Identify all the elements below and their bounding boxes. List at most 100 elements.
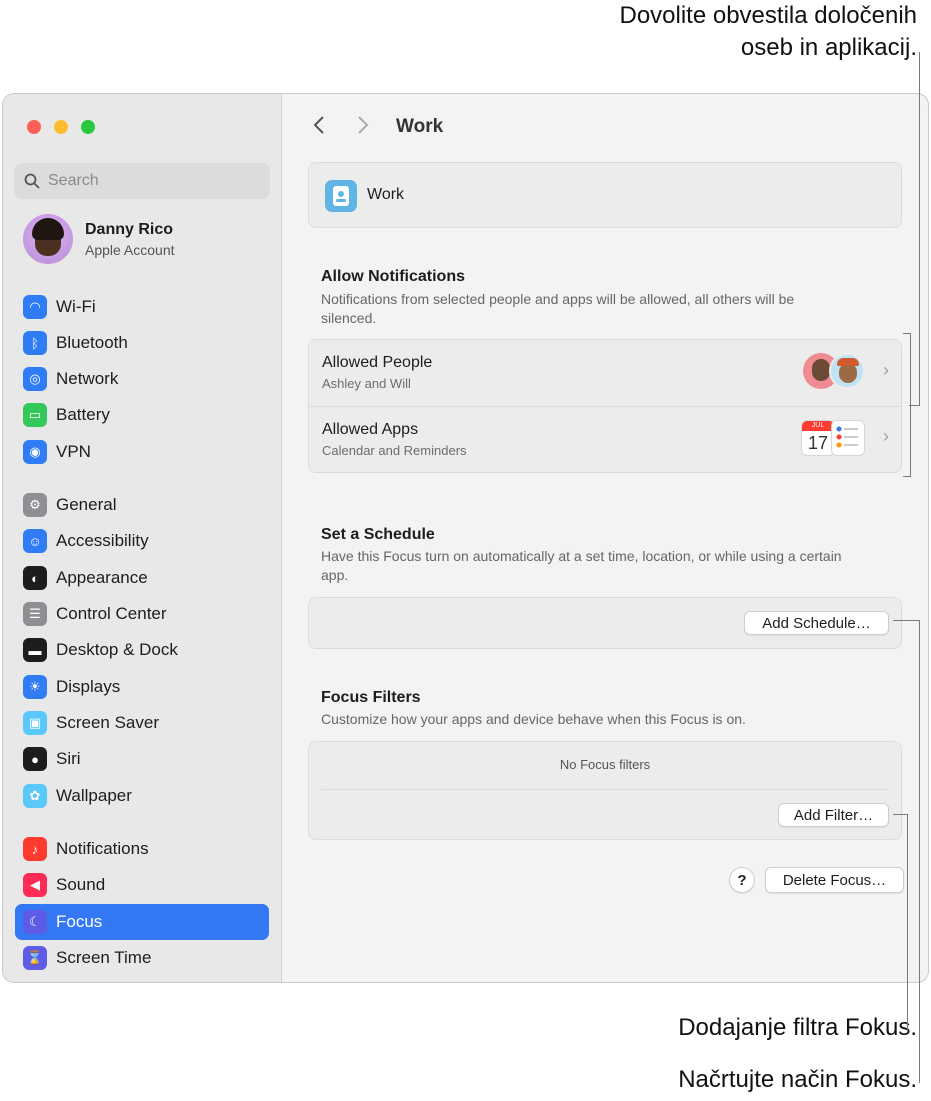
- sidebar-item-wi-fi[interactable]: ◠ Wi-Fi: [15, 289, 269, 325]
- allowed-apps-subtitle: Calendar and Reminders: [322, 443, 467, 458]
- focus-filters-title: Focus Filters: [321, 689, 421, 706]
- focus-name: Work: [367, 186, 405, 203]
- sidebar-item-appearance[interactable]: ◐ Appearance: [15, 560, 269, 596]
- search-icon: [24, 173, 40, 189]
- main-pane: Work Work Allow Notifications Notificati…: [282, 94, 928, 982]
- sidebar-item-screen-time[interactable]: ⌛ Screen Time: [15, 940, 269, 976]
- chevron-right-icon: [358, 116, 369, 134]
- sidebar-item-label: Bluetooth: [56, 333, 128, 352]
- accessibility-icon: ☺: [23, 529, 47, 553]
- focus-filters-desc: Customize how your apps and device behav…: [321, 711, 746, 727]
- speaker-icon: ◀: [23, 873, 47, 897]
- sidebar-item-label: Wallpaper: [56, 786, 132, 805]
- back-button[interactable]: [312, 114, 326, 143]
- vpn-globe-icon: ◉: [23, 440, 47, 464]
- chevron-right-icon: ›: [883, 360, 889, 380]
- sidebar-item-screen-saver[interactable]: ▣ Screen Saver: [15, 705, 269, 741]
- calendar-app-icon: JUL 17: [801, 420, 835, 456]
- allowed-card: Allowed People Ashley and Will › Allowed…: [308, 339, 902, 473]
- sidebar-item-label: Focus: [56, 912, 103, 931]
- schedule-title: Set a Schedule: [321, 526, 435, 543]
- siri-icon: ●: [23, 747, 47, 771]
- page-title: Work: [396, 116, 444, 137]
- sun-icon: ☀: [23, 675, 47, 699]
- sidebar-item-label: General: [56, 495, 117, 514]
- sidebar-item-vpn[interactable]: ◉ VPN: [15, 434, 269, 470]
- appearance-icon: ◐: [23, 566, 47, 590]
- control-center-icon: ☰: [23, 602, 47, 626]
- minimize-window-button[interactable]: [54, 120, 68, 134]
- no-focus-filters-label: No Focus filters: [559, 757, 651, 772]
- forward-button[interactable]: [356, 114, 370, 143]
- allowed-people-subtitle: Ashley and Will: [322, 376, 411, 391]
- sidebar-item-label: Battery: [56, 405, 110, 424]
- allow-notifications-title: Allow Notifications: [321, 268, 465, 285]
- allow-notifications-desc: Notifications from selected people and a…: [321, 291, 795, 326]
- focus-filters-card: No Focus filters Add Filter…: [308, 741, 902, 840]
- schedule-card: Add Schedule…: [308, 597, 902, 649]
- sidebar-item-label: Appearance: [56, 568, 148, 587]
- callout-schedule: Načrtujte način Fokus.: [678, 1066, 917, 1093]
- battery-icon: ▭: [23, 403, 47, 427]
- avatar: [23, 214, 73, 264]
- sidebar-item-label: Wi-Fi: [56, 297, 96, 316]
- sidebar-item-label: Siri: [56, 749, 81, 768]
- apple-account-profile[interactable]: Danny Rico Apple Account: [23, 214, 175, 264]
- allowed-apps-title: Allowed Apps: [322, 421, 419, 438]
- reminders-app-icon: [831, 420, 865, 456]
- moon-icon: ☾: [23, 910, 47, 934]
- close-window-button[interactable]: [27, 120, 41, 134]
- sidebar-item-desktop-dock[interactable]: ▬ Desktop & Dock: [15, 632, 269, 668]
- profile-subtitle: Apple Account: [85, 241, 175, 258]
- sidebar-item-label: Screen Time: [56, 948, 152, 967]
- sidebar-item-control-center[interactable]: ☰ Control Center: [15, 596, 269, 632]
- search-field[interactable]: Search: [14, 163, 270, 199]
- add-filter-button[interactable]: Add Filter…: [778, 803, 889, 827]
- person-avatar-will: [829, 353, 865, 389]
- help-button[interactable]: ?: [729, 867, 755, 893]
- sidebar-item-label: Network: [56, 369, 119, 388]
- bell-icon: ♪: [23, 837, 47, 861]
- callout-allow-notifications: Dovolite obvestila določenih oseb in apl…: [619, 2, 917, 61]
- allowed-people-title: Allowed People: [322, 354, 433, 371]
- sidebar: Search Danny Rico Apple Account ◠ Wi-Fi ᛒ B…: [3, 94, 282, 982]
- schedule-desc: Have this Focus turn on automatically at…: [321, 548, 842, 583]
- sidebar-item-wallpaper[interactable]: ✿ Wallpaper: [15, 778, 269, 814]
- sidebar-item-bluetooth[interactable]: ᛒ Bluetooth: [15, 325, 269, 361]
- sidebar-item-label: VPN: [56, 442, 91, 461]
- sidebar-item-siri[interactable]: ● Siri: [15, 741, 269, 777]
- sidebar-item-label: Notifications: [56, 839, 149, 858]
- allowed-people-row[interactable]: Allowed People Ashley and Will ›: [309, 340, 901, 407]
- profile-name: Danny Rico: [85, 220, 174, 238]
- callout-add-filter: Dodajanje filtra Fokus.: [678, 1014, 917, 1041]
- sidebar-item-network[interactable]: ◎ Network: [15, 361, 269, 397]
- dock-icon: ▬: [23, 638, 47, 662]
- sidebar-item-label: Control Center: [56, 604, 167, 623]
- allowed-apps-row[interactable]: Allowed Apps Calendar and Reminders JUL …: [309, 406, 901, 472]
- hourglass-icon: ⌛: [23, 946, 47, 970]
- chevron-left-icon: [313, 116, 324, 134]
- bluetooth-icon: ᛒ: [23, 331, 47, 355]
- sidebar-item-general[interactable]: ⚙ General: [15, 487, 269, 523]
- sidebar-item-label: Sound: [56, 875, 106, 894]
- sidebar-item-sound[interactable]: ◀ Sound: [15, 867, 269, 903]
- focus-name-card[interactable]: Work: [308, 162, 902, 228]
- screen-saver-icon: ▣: [23, 711, 47, 735]
- work-badge-icon: [325, 180, 357, 212]
- globe-icon: ◎: [23, 367, 47, 391]
- sidebar-item-label: Accessibility: [56, 531, 149, 550]
- sidebar-item-focus[interactable]: ☾ Focus: [15, 904, 269, 940]
- sidebar-item-battery[interactable]: ▭ Battery: [15, 397, 269, 433]
- zoom-window-button[interactable]: [81, 120, 95, 134]
- sidebar-item-label: Displays: [56, 677, 121, 696]
- delete-focus-button[interactable]: Delete Focus…: [765, 867, 904, 893]
- chevron-right-icon: ›: [883, 426, 889, 446]
- sidebar-item-displays[interactable]: ☀ Displays: [15, 669, 269, 705]
- sidebar-item-accessibility[interactable]: ☺ Accessibility: [15, 523, 269, 559]
- sidebar-item-notifications[interactable]: ♪ Notifications: [15, 831, 269, 867]
- add-schedule-button[interactable]: Add Schedule…: [744, 611, 889, 635]
- sidebar-item-label: Screen Saver: [56, 713, 159, 732]
- flower-icon: ✿: [23, 784, 47, 808]
- settings-window: Search Danny Rico Apple Account ◠ Wi-Fi ᛒ B…: [2, 93, 929, 983]
- wifi-icon: ◠: [23, 295, 47, 319]
